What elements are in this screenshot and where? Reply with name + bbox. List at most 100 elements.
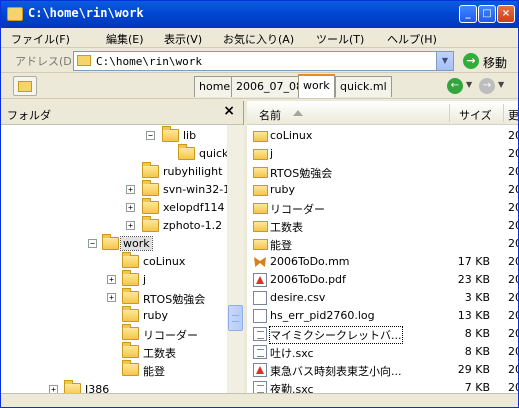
- folder-icon: [122, 342, 139, 358]
- tree-item-label: リコーダー: [143, 329, 198, 342]
- file-row[interactable]: 夜勤.sxc 7 KB 20: [247, 379, 518, 393]
- folder-icon: [102, 234, 119, 250]
- file-date: 20: [508, 363, 518, 376]
- menu-tools[interactable]: ツール(T): [316, 31, 364, 47]
- spreadsheet-icon: [253, 381, 267, 393]
- folder-icon: [122, 360, 139, 376]
- folder-icon: [178, 144, 195, 160]
- column-date-header[interactable]: 更: [508, 107, 518, 123]
- file-row[interactable]: 吐け.sxc 8 KB 20: [247, 343, 518, 361]
- chevron-down-icon[interactable]: ▼: [466, 80, 472, 89]
- minimize-button[interactable]: _: [459, 5, 477, 23]
- file-name: 工数表: [270, 221, 303, 234]
- file-date: 20: [508, 129, 518, 142]
- folder-icon: [64, 380, 81, 393]
- folder-icon: [253, 149, 268, 160]
- folder-icon: [122, 252, 139, 268]
- tab-quick-ml[interactable]: quick.ml: [335, 76, 392, 97]
- folder-pane: フォルダ × − lib quick rubyhilight + svn-win…: [1, 101, 244, 393]
- menu-view[interactable]: 表示(V): [164, 31, 202, 47]
- folder-icon: [142, 162, 159, 178]
- tab-home[interactable]: home: [194, 76, 236, 97]
- folder-tree: − lib quick rubyhilight + svn-win32-1 + …: [1, 125, 227, 393]
- folder-icon: [142, 198, 159, 214]
- file-name: coLinux: [270, 129, 313, 142]
- file-row[interactable]: ruby 20: [247, 181, 518, 199]
- file-date: 20: [508, 183, 518, 196]
- address-label: アドレス(D): [15, 55, 77, 68]
- title-bar[interactable]: C:\home\rin\work _ □ ×: [1, 1, 518, 28]
- file-row[interactable]: マイミクシークレットバ... 8 KB 20: [247, 325, 518, 344]
- folder-pane-header: フォルダ ×: [1, 101, 243, 125]
- expand-icon[interactable]: +: [107, 293, 116, 302]
- window-title: C:\home\rin\work: [28, 6, 144, 20]
- tree-item-label: 能登: [143, 365, 165, 378]
- file-row[interactable]: 東急バス時刻表東芝小向... 29 KB 20: [247, 361, 518, 379]
- column-divider[interactable]: [449, 104, 450, 122]
- file-row[interactable]: hs_err_pid2760.log 13 KB 20: [247, 307, 518, 325]
- address-input[interactable]: C:\home\rin\work ▼: [73, 51, 454, 71]
- menu-help[interactable]: ヘルプ(H): [387, 31, 437, 47]
- column-size-header[interactable]: サイズ: [459, 107, 492, 123]
- expand-icon[interactable]: +: [49, 385, 58, 393]
- file-row[interactable]: 2006ToDo.mm 17 KB 20: [247, 253, 518, 271]
- tab-work[interactable]: work: [298, 74, 335, 98]
- file-date: 20: [508, 165, 518, 178]
- tree-item-label: coLinux: [143, 255, 186, 268]
- file-row[interactable]: 工数表 20: [247, 217, 518, 235]
- close-icon[interactable]: ×: [223, 103, 235, 119]
- chevron-down-icon[interactable]: ▼: [498, 80, 504, 89]
- tab-2006-07-08[interactable]: 2006_07_08: [231, 76, 308, 97]
- folder-icon: [122, 324, 139, 340]
- menu-file[interactable]: ファイル(F): [11, 31, 70, 47]
- collapse-icon[interactable]: −: [88, 239, 97, 248]
- file-row[interactable]: RTOS勉強会 20: [247, 163, 518, 181]
- collapse-icon[interactable]: −: [146, 131, 155, 140]
- file-name: 2006ToDo.pdf: [270, 273, 346, 286]
- close-button[interactable]: ×: [497, 5, 515, 23]
- go-arrow-icon: →: [463, 53, 479, 69]
- tree-item-label: work: [120, 236, 153, 251]
- file-date: 20: [508, 381, 518, 393]
- column-divider[interactable]: [503, 104, 504, 122]
- file-row[interactable]: coLinux 20: [247, 127, 518, 145]
- file-row[interactable]: j 20: [247, 145, 518, 163]
- file-row[interactable]: 2006ToDo.pdf 23 KB 20: [247, 271, 518, 289]
- go-label: 移動: [483, 56, 508, 70]
- file-date: 20: [508, 147, 518, 160]
- back-arrow-icon[interactable]: ←: [447, 78, 463, 94]
- pdf-icon: [253, 273, 267, 287]
- file-row[interactable]: 能登 20: [247, 235, 518, 253]
- tree-item-label: quick: [199, 147, 227, 160]
- file-name: マイミクシークレットバ...: [269, 326, 403, 344]
- file-size: 13 KB: [457, 309, 490, 322]
- chevron-down-icon[interactable]: ▼: [436, 52, 453, 70]
- file-row[interactable]: desire.csv 3 KB 20: [247, 289, 518, 307]
- file-date: 20: [508, 237, 518, 250]
- address-value: C:\home\rin\work: [96, 55, 202, 68]
- file-list-pane: 名前 サイズ 更 coLinux 20 j 20 RTOS勉強会: [247, 101, 518, 393]
- column-name-header[interactable]: 名前: [259, 107, 281, 123]
- scroll-thumb[interactable]: [228, 305, 243, 331]
- tree-item-label: RTOS勉強会: [143, 293, 206, 306]
- folder-icon: [162, 126, 179, 142]
- expand-icon[interactable]: +: [126, 185, 135, 194]
- maximize-button[interactable]: □: [478, 5, 496, 23]
- tree-item-label: zphoto-1.2: [163, 219, 223, 232]
- expand-icon[interactable]: +: [126, 221, 135, 230]
- menu-favorites[interactable]: お気に入り(A): [223, 31, 294, 47]
- file-name: 2006ToDo.mm: [270, 255, 350, 268]
- expand-icon[interactable]: +: [126, 203, 135, 212]
- open-folder-button[interactable]: [13, 76, 37, 96]
- mindmap-butterfly-icon: [253, 255, 267, 269]
- menu-edit[interactable]: 編集(E): [106, 31, 144, 47]
- go-button[interactable]: → 移動: [461, 51, 517, 71]
- sort-ascending-icon: [293, 110, 303, 116]
- file-date: 20: [508, 255, 518, 268]
- file-row[interactable]: リコーダー 20: [247, 199, 518, 217]
- folder-tree-scrollbar[interactable]: [227, 125, 244, 393]
- forward-arrow-icon[interactable]: →: [479, 78, 495, 94]
- expand-icon[interactable]: +: [107, 275, 116, 284]
- file-name: hs_err_pid2760.log: [270, 309, 375, 322]
- file-name: 能登: [270, 239, 292, 252]
